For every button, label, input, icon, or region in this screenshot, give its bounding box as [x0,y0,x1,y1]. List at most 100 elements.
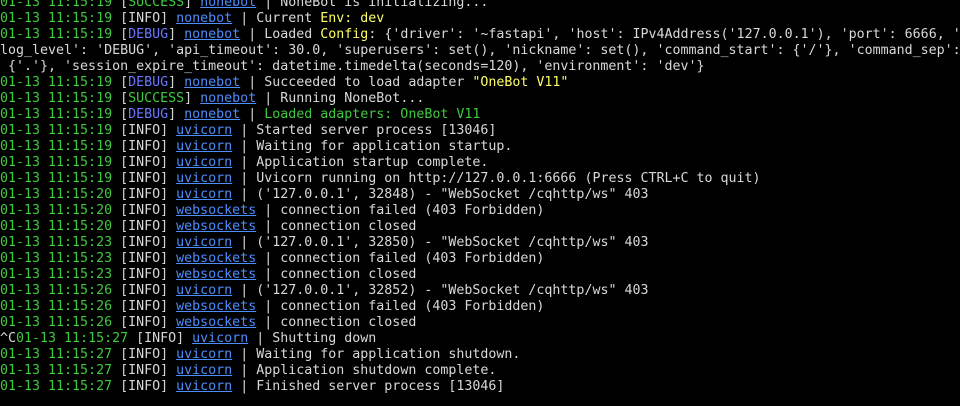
log-level: INFO [128,299,161,314]
log-module-link[interactable]: uvicorn [176,283,232,298]
log-module-link[interactable]: uvicorn [176,123,232,138]
log-timestamp: 01-13 11:15:26 [0,299,113,314]
log-module-link[interactable]: nonebot [200,0,256,10]
log-timestamp: 01-13 11:15:26 [0,283,113,298]
log-module-link[interactable]: nonebot [184,75,240,90]
log-message: ('127.0.0.1', 32848) - "WebSocket /cqhtt… [256,187,649,202]
log-module-link[interactable]: uvicorn [176,347,232,362]
log-module-link[interactable]: nonebot [184,107,240,122]
log-line: 01-13 11:15:19 [DEBUG] nonebot | Succeed… [0,75,960,91]
bracket-open: [ [112,187,129,202]
separator: | [240,27,265,42]
log-module-link[interactable]: uvicorn [176,187,232,202]
separator: | [232,235,257,250]
log-timestamp: 01-13 11:15:23 [0,267,113,282]
bracket-open: [ [112,91,129,106]
log-timestamp: 01-13 11:15:20 [0,203,113,218]
log-module-link[interactable]: websockets [176,267,256,282]
log-highlight: "OneBot V11" [472,75,569,90]
log-module-link[interactable]: websockets [176,315,256,330]
log-module-link[interactable]: nonebot [200,91,256,106]
bracket-close: ] [176,331,193,346]
log-module-link[interactable]: websockets [176,251,256,266]
log-line: log_level': 'DEBUG', 'api_timeout': 30.0… [0,43,960,59]
bracket-close: ] [160,267,177,282]
log-line: 01-13 11:15:19 [DEBUG] nonebot | Loaded … [0,27,960,43]
bracket-open: [ [112,0,129,10]
bracket-close: ] [160,299,177,314]
log-line: 01-13 11:15:23 [INFO] websockets | conne… [0,267,960,283]
log-level: INFO [128,283,161,298]
log-module-link[interactable]: websockets [176,299,256,314]
bracket-close: ] [184,91,201,106]
separator: | [256,91,281,106]
log-module-link[interactable]: uvicorn [176,139,232,154]
separator: | [232,139,257,154]
log-message: connection failed (403 Forbidden) [280,251,545,266]
bracket-open: [ [112,267,129,282]
separator: | [256,251,281,266]
bracket-open: [ [112,363,129,378]
log-level: INFO [128,219,161,234]
bracket-open: [ [112,347,129,362]
log-line: 01-13 11:15:19 [SUCCESS] nonebot | NoneB… [0,0,960,11]
log-message: Application startup complete. [256,155,489,170]
log-module-link[interactable]: uvicorn [176,155,232,170]
log-line: {'.'}, 'session_expire_timeout': datetim… [0,59,960,75]
log-message: connection closed [280,267,417,282]
log-timestamp: 01-13 11:15:19 [0,139,113,154]
bracket-open: [ [112,123,129,138]
separator: | [248,331,273,346]
bracket-open: [ [112,155,129,170]
log-message: Started server process [13046] [256,123,497,138]
log-level: SUCCESS [128,91,185,106]
bracket-close: ] [160,171,177,186]
log-timestamp: 01-13 11:15:19 [0,171,113,186]
log-message: Shutting down [272,331,377,346]
log-timestamp: 01-13 11:15:20 [0,187,113,202]
log-level: DEBUG [128,107,169,122]
bracket-open: [ [112,219,129,234]
bracket-close: ] [160,155,177,170]
log-line: 01-13 11:15:26 [INFO] uvicorn | ('127.0.… [0,283,960,299]
log-message: Waiting for application shutdown. [256,347,521,362]
bracket-open: [ [112,283,129,298]
log-message: Finished server process [13046] [256,379,505,394]
log-timestamp: 01-13 11:15:19 [0,27,113,42]
log-module-link[interactable]: uvicorn [176,171,232,186]
log-level: INFO [128,363,161,378]
log-level: DEBUG [128,75,169,90]
log-timestamp: 01-13 11:15:19 [0,0,113,10]
bracket-close: ] [160,123,177,138]
log-message: connection closed [280,219,417,234]
separator: | [232,187,257,202]
log-timestamp: 01-13 11:15:19 [0,107,113,122]
log-module-link[interactable]: uvicorn [176,363,232,378]
log-line: 01-13 11:15:19 [SUCCESS] nonebot | Runni… [0,91,960,107]
log-module-link[interactable]: uvicorn [176,235,232,250]
bracket-close: ] [160,187,177,202]
log-timestamp: 01-13 11:15:20 [0,219,113,234]
bracket-close: ] [168,75,185,90]
log-line: 01-13 11:15:20 [INFO] uvicorn | ('127.0.… [0,187,960,203]
log-level: INFO [128,11,161,26]
terminal-output: 01-13 11:15:19 [SUCCESS] nonebot | NoneB… [0,0,960,406]
log-line: 01-13 11:15:19 [INFO] uvicorn | Waiting … [0,139,960,155]
separator: | [232,123,257,138]
log-module-link[interactable]: uvicorn [176,379,232,394]
log-module-link[interactable]: websockets [176,203,256,218]
log-module-link[interactable]: nonebot [176,11,232,26]
log-module-link[interactable]: nonebot [184,27,240,42]
log-level: INFO [128,315,161,330]
separator: | [240,75,265,90]
log-line: 01-13 11:15:19 [INFO] uvicorn | Started … [0,123,960,139]
log-timestamp: 01-13 11:15:19 [0,155,113,170]
log-line: 01-13 11:15:19 [INFO] uvicorn | Uvicorn … [0,171,960,187]
log-module-link[interactable]: uvicorn [192,331,248,346]
interrupt-marker: ^C [0,331,17,346]
log-level: INFO [128,187,161,202]
log-module-link[interactable]: websockets [176,219,256,234]
log-highlight: Config [320,27,369,42]
log-line: 01-13 11:15:20 [INFO] websockets | conne… [0,219,960,235]
log-level: INFO [128,155,161,170]
